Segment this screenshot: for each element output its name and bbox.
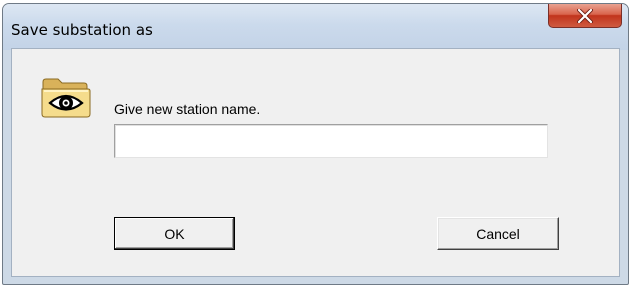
close-button[interactable] (548, 4, 622, 28)
save-substation-dialog: Save substation as Give new station name… (2, 3, 629, 285)
ok-button[interactable]: OK (114, 217, 235, 250)
station-name-label: Give new station name. (114, 101, 261, 117)
window-title: Save substation as (11, 21, 153, 39)
title-bar[interactable]: Save substation as (3, 4, 628, 50)
cancel-button[interactable]: Cancel (437, 217, 559, 250)
dialog-body: Give new station name. OK Cancel (11, 48, 620, 277)
folder-eye-icon (41, 78, 91, 118)
station-name-input[interactable] (114, 124, 548, 158)
close-icon (577, 9, 593, 23)
